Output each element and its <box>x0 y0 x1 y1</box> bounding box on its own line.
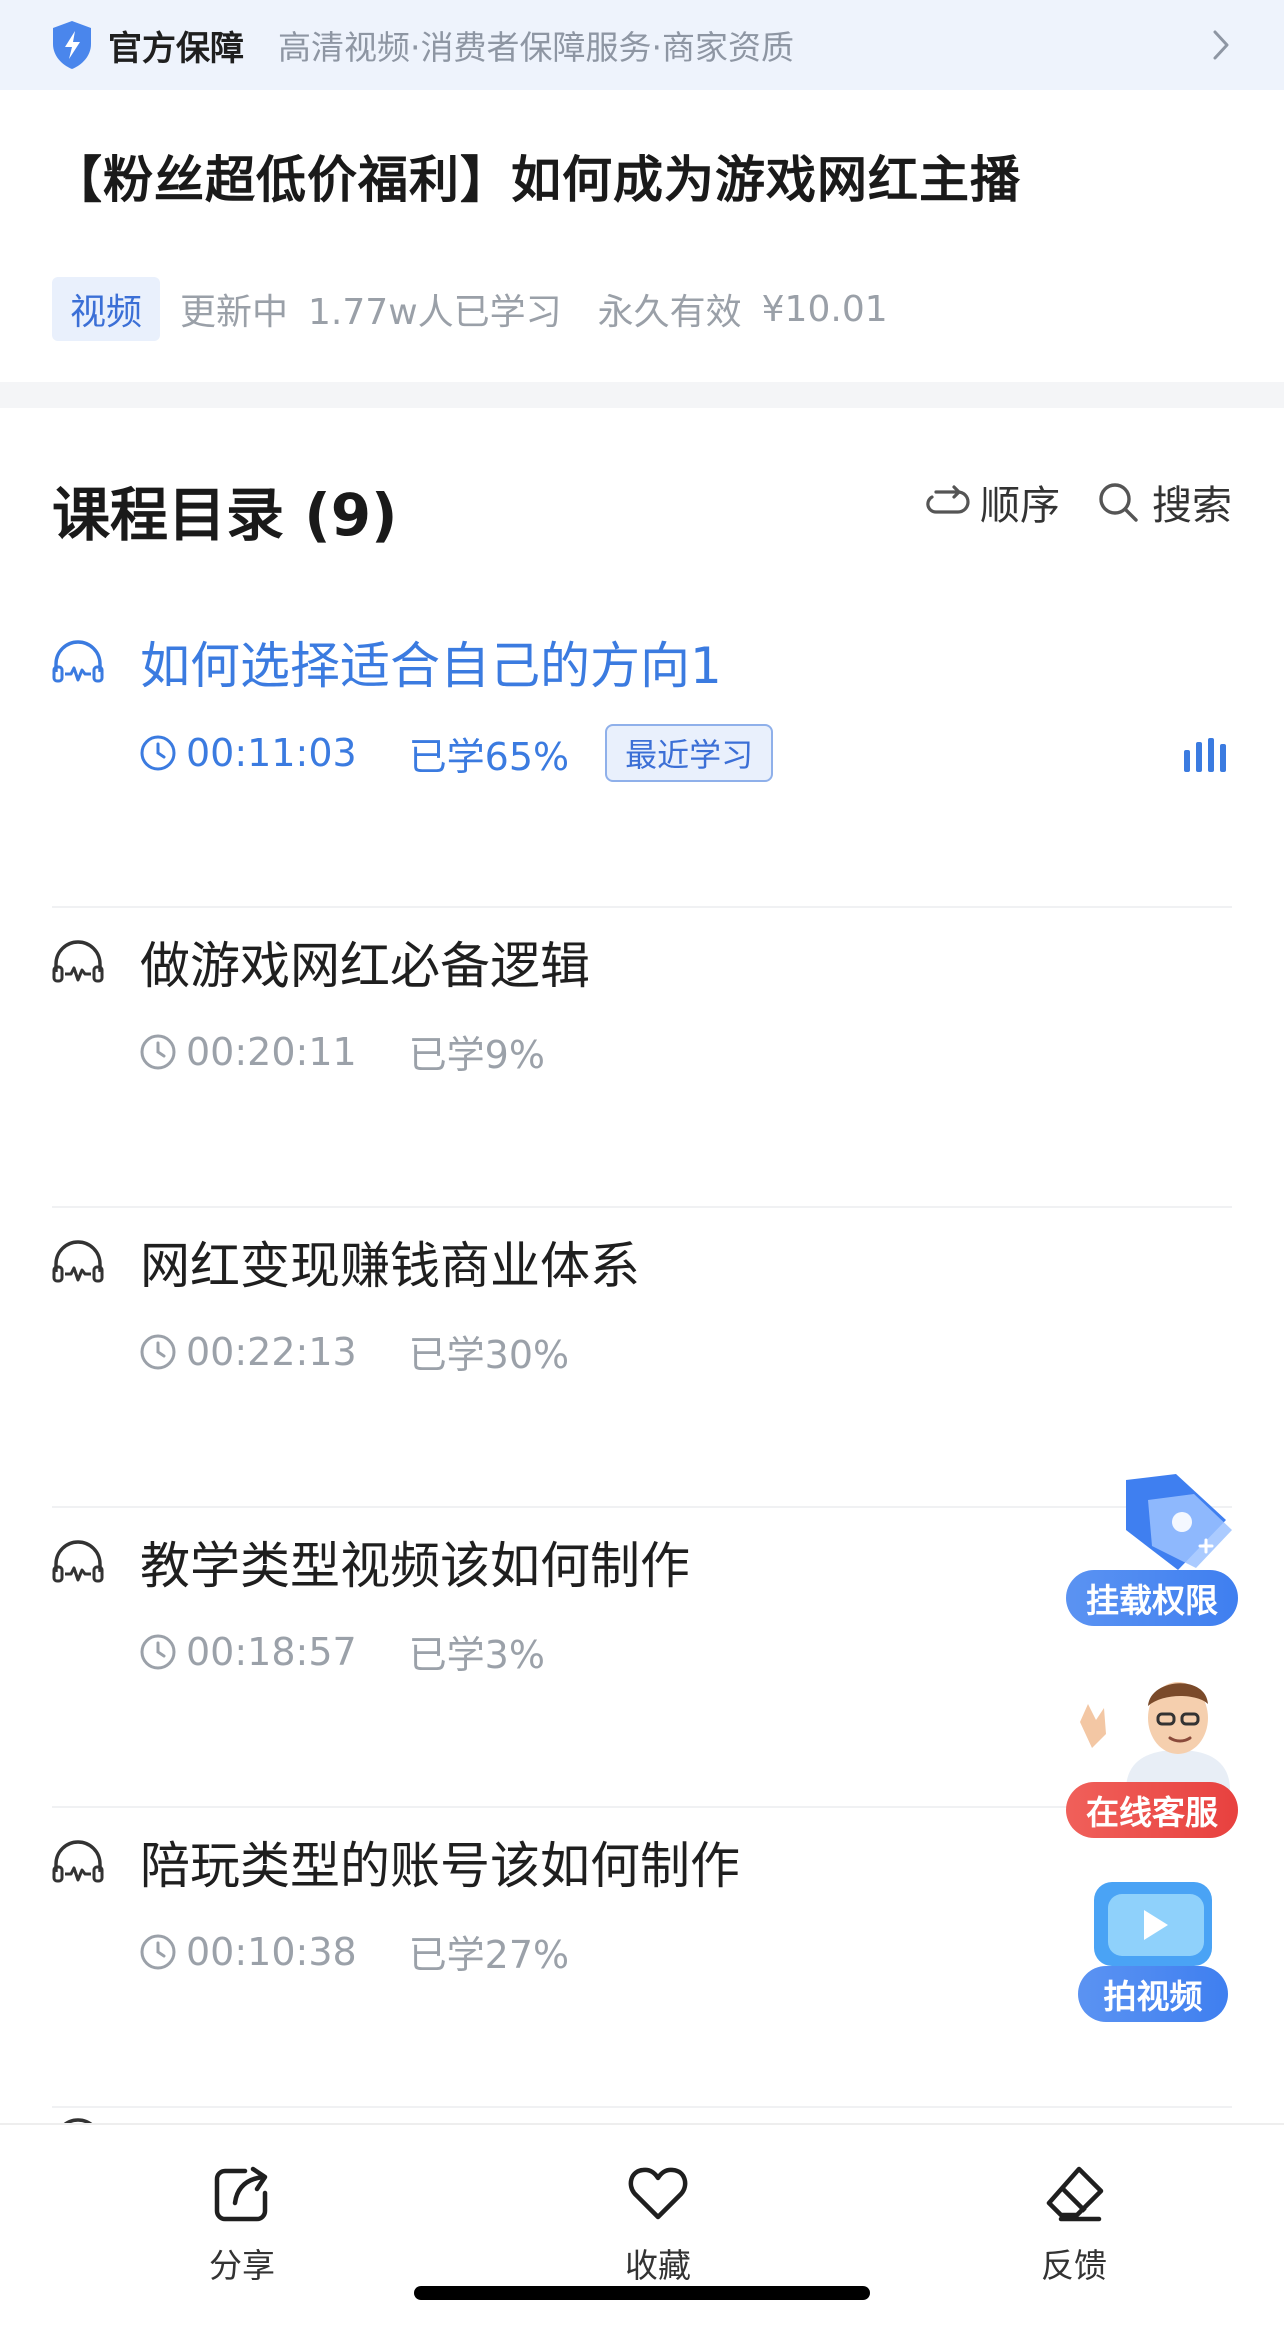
favorite-label: 收藏 <box>625 2246 691 2285</box>
catalog-title: 课程目录 (9) <box>52 481 398 549</box>
lesson-title: 网红变现赚钱商业体系 <box>140 1237 640 1295</box>
chevron-right-icon <box>1213 30 1229 60</box>
lesson-title: 陪玩类型的账号该如何制作 <box>140 1837 740 1895</box>
clock-icon <box>140 1934 176 1969</box>
online-service-label: 在线客服 <box>1066 1782 1238 1838</box>
clock-icon <box>140 1334 176 1369</box>
lesson-meta: 00:11:03 已学65% 最近学习 <box>138 724 774 782</box>
share-button[interactable]: 分享 <box>142 2161 342 2287</box>
shoot-video-widget[interactable]: 拍视频 <box>1078 1876 1230 2026</box>
guarantee-banner[interactable]: 官方保障 高清视频·消费者保障服务·商家资质 <box>0 0 1284 90</box>
validity: 永久有效 <box>597 292 742 333</box>
course-title: 【粉丝超低价福利】如何成为游戏网红主播 <box>52 151 1021 209</box>
lesson-item[interactable]: 做游戏网红必备逻辑 00:20:11 已学9% <box>0 908 1284 1208</box>
lesson-progress: 已学3% <box>408 1633 545 1677</box>
shoot-video-label: 拍视频 <box>1078 1966 1228 2022</box>
lesson-duration: 00:20:11 <box>186 1029 357 1074</box>
lesson-progress: 已学65% <box>408 734 570 779</box>
mount-permission-label: 挂载权限 <box>1066 1570 1238 1626</box>
lesson-meta: 00:22:13 已学30% <box>138 1324 569 1379</box>
now-playing-bars-icon <box>1184 738 1226 772</box>
lesson-progress: 已学30% <box>408 1333 570 1377</box>
loop-order-icon <box>926 485 970 514</box>
lesson-item[interactable]: 如何选择适合自己的方向1 00:11:03 已学65% 最近学习 <box>0 608 1284 908</box>
lesson-duration: 00:10:38 <box>186 1929 357 1974</box>
feedback-button[interactable]: 反馈 <box>974 2161 1174 2287</box>
clock-icon <box>140 1634 176 1669</box>
order-toggle-button[interactable]: 顺序 <box>922 473 1060 531</box>
tag-ribbon-icon <box>1126 1474 1232 1570</box>
share-icon <box>214 2166 268 2222</box>
customer-service-avatar-icon <box>1080 1682 1230 1790</box>
headphones-audio-icon <box>52 640 104 683</box>
lesson-progress: 已学27% <box>408 1933 570 1977</box>
search-label: 搜索 <box>1152 483 1232 529</box>
lesson-meta: 00:20:11 已学9% <box>138 1024 545 1079</box>
headphones-audio-icon <box>52 1240 104 1283</box>
clock-icon <box>140 735 176 771</box>
lesson-meta: 00:18:57 已学3% <box>138 1624 545 1679</box>
learner-count: 1.77w人已学习 <box>308 292 562 333</box>
lesson-duration: 00:22:13 <box>186 1329 357 1374</box>
lesson-title: 做游戏网红必备逻辑 <box>140 937 590 995</box>
recent-study-badge: 最近学习 <box>605 724 774 782</box>
share-label: 分享 <box>209 2246 275 2285</box>
course-meta: 视频 更新中 1.77w人已学习 永久有效 ¥10.01 <box>52 277 888 341</box>
lesson-title: 如何选择适合自己的方向1 <box>140 637 722 695</box>
lesson-item[interactable]: 网红变现赚钱商业体系 00:22:13 已学30% <box>0 1208 1284 1508</box>
divider <box>52 2106 1232 2108</box>
feedback-label: 反馈 <box>1041 2246 1107 2285</box>
section-separator <box>0 382 1284 408</box>
search-button[interactable]: 搜索 <box>1094 473 1232 531</box>
lesson-meta: 00:10:38 已学27% <box>138 1924 569 1979</box>
catalog-actions: 顺序 搜索 <box>922 473 1232 531</box>
clock-icon <box>140 1034 176 1069</box>
favorite-button[interactable]: 收藏 <box>558 2161 758 2287</box>
shield-bolt-icon <box>53 21 91 69</box>
mount-permission-widget[interactable]: 挂载权限 <box>1066 1470 1242 1626</box>
video-camera-icon <box>1094 1882 1212 1966</box>
heart-icon <box>628 2167 688 2220</box>
guarantee-title: 官方保障 <box>108 28 244 69</box>
lesson-progress: 已学9% <box>408 1033 545 1077</box>
home-indicator <box>414 2286 870 2300</box>
lesson-title: 教学类型视频该如何制作 <box>140 1537 690 1595</box>
guarantee-subtitle: 高清视频·消费者保障服务·商家资质 <box>278 28 794 67</box>
online-service-widget[interactable]: 在线客服 <box>1066 1664 1242 1842</box>
eraser-feedback-icon <box>1046 2166 1104 2222</box>
video-tag: 视频 <box>52 277 161 341</box>
order-label: 顺序 <box>980 483 1060 529</box>
lesson-duration: 00:11:03 <box>186 731 357 775</box>
headphones-audio-icon <box>52 1840 104 1883</box>
price: ¥10.01 <box>761 288 888 330</box>
lesson-duration: 00:18:57 <box>186 1629 357 1674</box>
update-status: 更新中 <box>180 292 289 333</box>
search-icon <box>1099 483 1138 522</box>
headphones-audio-icon <box>52 1540 104 1583</box>
headphones-audio-icon <box>52 940 104 983</box>
